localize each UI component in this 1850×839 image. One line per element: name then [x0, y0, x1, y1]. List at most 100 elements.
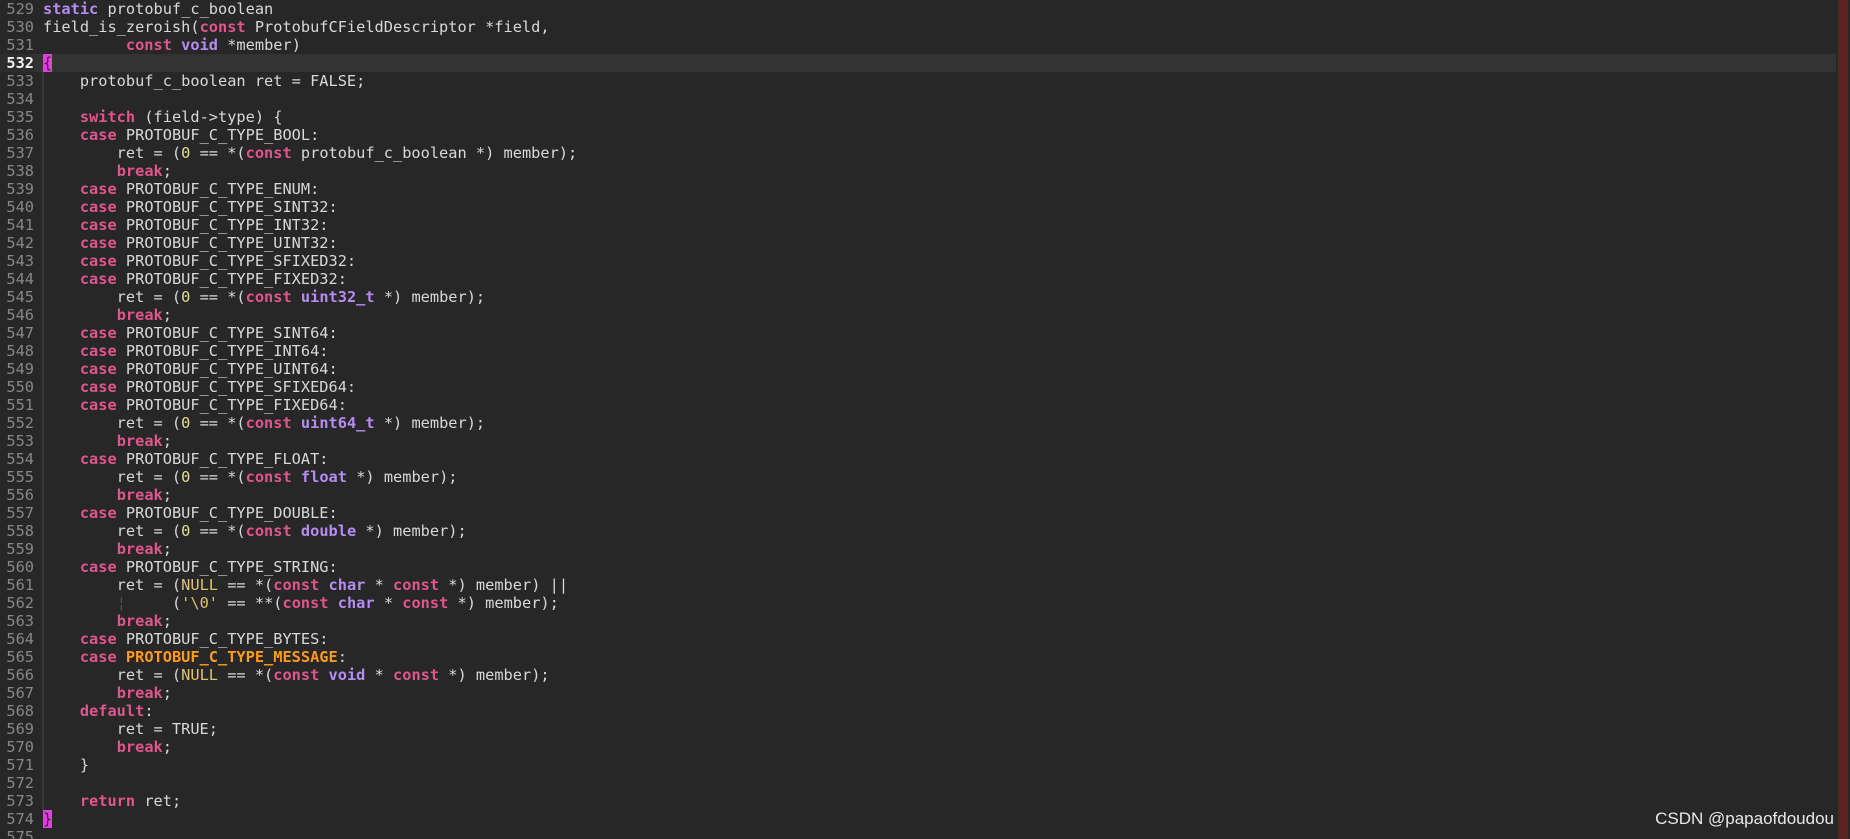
code-line[interactable]: 570 break; [0, 738, 1836, 756]
code-token: { [43, 54, 53, 72]
code-text: case PROTOBUF_C_TYPE_BOOL: [34, 126, 319, 144]
code-token: case [79, 234, 117, 252]
code-token: case [79, 450, 117, 468]
code-line[interactable]: 542 case PROTOBUF_C_TYPE_UINT32: [0, 234, 1836, 252]
code-token: case [79, 270, 117, 288]
code-text: switch (field->type) { [34, 108, 283, 126]
code-area[interactable]: 529 static protobuf_c_boolean 530 field_is_… [0, 0, 1836, 839]
indent-guide [42, 756, 44, 774]
line-number: 538 [0, 162, 34, 180]
code-line[interactable]: 552 ret = (0 == *(const uint64_t *) memb… [0, 414, 1836, 432]
code-line[interactable]: 566 ret = (NULL == *(const void * const … [0, 666, 1836, 684]
code-line[interactable]: 571 } [0, 756, 1836, 774]
code-line[interactable]: 547 case PROTOBUF_C_TYPE_SINT64: [0, 324, 1836, 342]
code-line[interactable]: 554 case PROTOBUF_C_TYPE_FLOAT: [0, 450, 1836, 468]
code-line[interactable]: 551 case PROTOBUF_C_TYPE_FIXED64: [0, 396, 1836, 414]
code-line[interactable]: 538 break; [0, 162, 1836, 180]
code-line[interactable]: 565 case PROTOBUF_C_TYPE_MESSAGE: [0, 648, 1836, 666]
code-line[interactable]: 572 [0, 774, 1836, 792]
code-line[interactable]: 567 break; [0, 684, 1836, 702]
code-line[interactable]: 543 case PROTOBUF_C_TYPE_SFIXED32: [0, 252, 1836, 270]
line-number: 570 [0, 738, 34, 756]
code-line[interactable]: 536 case PROTOBUF_C_TYPE_BOOL: [0, 126, 1836, 144]
code-token: == *( [218, 576, 274, 594]
code-text: case PROTOBUF_C_TYPE_UINT64: [34, 360, 338, 378]
code-line[interactable]: 532 { [0, 54, 1836, 72]
code-token: PROTOBUF_C_TYPE_STRING: [116, 558, 338, 576]
code-line[interactable]: 557 case PROTOBUF_C_TYPE_DOUBLE: [0, 504, 1836, 522]
indent-guide [42, 738, 44, 756]
code-line[interactable]: 555 ret = (0 == *(const float *) member)… [0, 468, 1836, 486]
code-token: case [79, 324, 117, 342]
code-line[interactable]: 540 case PROTOBUF_C_TYPE_SINT32: [0, 198, 1836, 216]
code-line[interactable]: 559 break; [0, 540, 1836, 558]
code-line[interactable]: 549 case PROTOBUF_C_TYPE_UINT64: [0, 360, 1836, 378]
code-line[interactable]: 539 case PROTOBUF_C_TYPE_ENUM: [0, 180, 1836, 198]
code-token: PROTOBUF_C_TYPE_INT64: [116, 342, 329, 360]
code-text: ret = (0 == *(const double *) member); [34, 522, 467, 540]
code-token: protobuf_c_boolean [98, 0, 274, 18]
code-token: const [402, 594, 449, 612]
code-line[interactable]: 530 field_is_zeroish(const ProtobufCField… [0, 18, 1836, 36]
code-token: case [79, 126, 117, 144]
code-line[interactable]: 553 break; [0, 432, 1836, 450]
watermark: CSDN @papaofdoudou [1655, 809, 1834, 828]
code-line[interactable]: 564 case PROTOBUF_C_TYPE_BYTES: [0, 630, 1836, 648]
code-token: ret = ( [43, 288, 182, 306]
code-line[interactable]: 563 break; [0, 612, 1836, 630]
line-number: 542 [0, 234, 34, 252]
code-line[interactable]: 574} [0, 810, 1836, 828]
code-line[interactable]: 558 ret = (0 == *(const double *) member… [0, 522, 1836, 540]
code-token: break [116, 432, 163, 450]
code-text: ret = (NULL == *(const void * const *) m… [34, 666, 550, 684]
code-line[interactable]: 534 [0, 90, 1836, 108]
line-number: 534 [0, 90, 34, 108]
code-line[interactable]: 561 ret = (NULL == *(const char * const … [0, 576, 1836, 594]
code-line[interactable]: 537 ret = (0 == *(const protobuf_c_boole… [0, 144, 1836, 162]
indent-guide [42, 198, 44, 216]
indent-guide [42, 576, 44, 594]
code-text: break; [34, 486, 172, 504]
code-line[interactable]: 568 default: [0, 702, 1836, 720]
code-line[interactable]: 533 protobuf_c_boolean ret = FALSE; [0, 72, 1836, 90]
code-line[interactable]: 546 break; [0, 306, 1836, 324]
code-line[interactable]: 541 case PROTOBUF_C_TYPE_INT32: [0, 216, 1836, 234]
code-text: break; [34, 540, 172, 558]
code-line[interactable]: 535 switch (field->type) { [0, 108, 1836, 126]
code-text: case PROTOBUF_C_TYPE_ENUM: [34, 180, 319, 198]
code-token: *member) [218, 36, 301, 54]
code-line[interactable]: 562 ¦ ('\0' == **(const char * const *) … [0, 594, 1836, 612]
code-line[interactable]: 545 ret = (0 == *(const uint32_t *) memb… [0, 288, 1836, 306]
code-line[interactable]: 575 [0, 828, 1836, 839]
code-token: PROTOBUF_C_TYPE_ENUM: [116, 180, 320, 198]
code-token: *) member); [439, 666, 550, 684]
code-line[interactable]: 548 case PROTOBUF_C_TYPE_INT64: [0, 342, 1836, 360]
code-line[interactable]: 573 return ret; [0, 792, 1836, 810]
code-line[interactable]: 531 const void *member) [0, 36, 1836, 54]
line-number: 539 [0, 180, 34, 198]
code-line[interactable]: 556 break; [0, 486, 1836, 504]
code-line[interactable]: 560 case PROTOBUF_C_TYPE_STRING: [0, 558, 1836, 576]
scrollbar[interactable] [1836, 0, 1850, 839]
code-line[interactable]: 550 case PROTOBUF_C_TYPE_SFIXED64: [0, 378, 1836, 396]
code-token: static [43, 0, 99, 18]
code-line[interactable]: 544 case PROTOBUF_C_TYPE_FIXED32: [0, 270, 1836, 288]
scrollbar-thumb[interactable] [1838, 0, 1848, 839]
code-token: protobuf_c_boolean ret = FALSE; [43, 72, 366, 90]
code-token: 0 [181, 144, 191, 162]
code-line[interactable]: 529 static protobuf_c_boolean [0, 0, 1836, 18]
code-token: case [79, 378, 117, 396]
code-editor[interactable]: 529 static protobuf_c_boolean 530 field_is_… [0, 0, 1850, 839]
code-line[interactable]: 569 ret = TRUE; [0, 720, 1836, 738]
code-text: { [34, 54, 53, 72]
